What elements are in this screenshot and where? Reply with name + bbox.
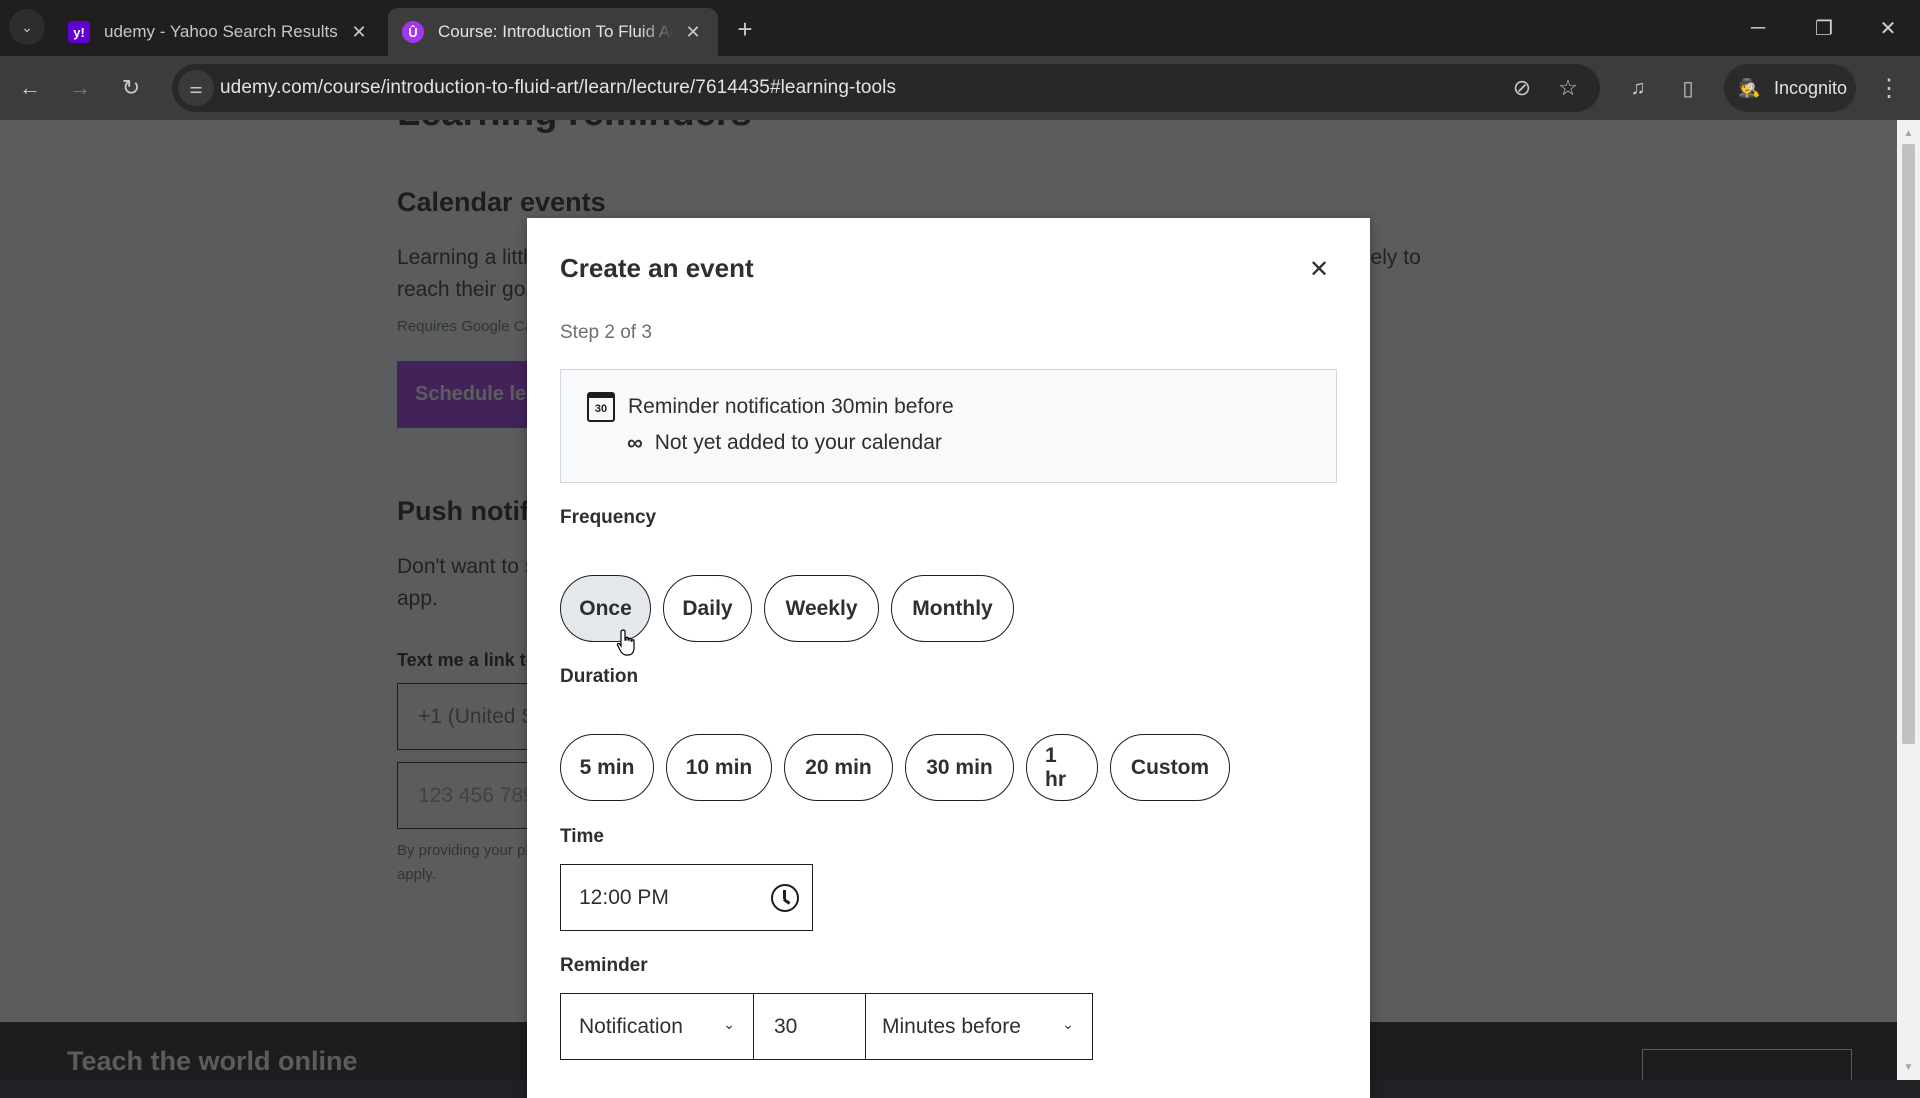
reminder-type-select[interactable]: Notification ⌄ <box>560 993 754 1060</box>
duration-30-min-button[interactable]: 30 min <box>905 734 1014 801</box>
bookmark-button[interactable]: ☆ <box>1552 72 1584 104</box>
eye-off-icon: ⊘ <box>1512 75 1532 100</box>
close-tab-icon[interactable]: ✕ <box>682 21 704 43</box>
reminder-controls: Notification ⌄ 30 Minutes before ⌄ <box>560 993 1093 1060</box>
time-input[interactable]: 12:00 PM <box>560 864 813 931</box>
frequency-label: Frequency <box>560 507 657 528</box>
duration-1-hr-button[interactable]: 1 hr <box>1026 734 1098 801</box>
duration-5-min-button[interactable]: 5 min <box>560 734 654 801</box>
incognito-icon: 🕵 <box>1738 77 1761 98</box>
calendar-icon: 30 <box>587 392 615 422</box>
calendar-status-text: Not yet added to your calendar <box>654 431 942 454</box>
restore-button[interactable]: ❐ <box>1804 10 1844 46</box>
chevron-down-icon: ⌄ <box>1062 1016 1074 1032</box>
udemy-icon: Û <box>402 21 424 43</box>
close-tab-icon[interactable]: ✕ <box>348 21 370 43</box>
scrollbar-thumb[interactable] <box>1902 144 1915 744</box>
plus-icon: + <box>737 13 753 44</box>
reminder-unit-select[interactable]: Minutes before ⌄ <box>866 993 1093 1060</box>
duration-options: 5 min 10 min 20 min 30 min 1 hr Custom <box>560 734 1230 801</box>
arrow-right-icon: → <box>69 75 91 100</box>
modal-title: Create an event <box>560 253 754 283</box>
create-event-modal: Create an event ✕ Step 2 of 3 30 Reminde… <box>527 218 1370 1098</box>
reload-button[interactable]: ↻ <box>113 70 149 106</box>
duration-custom-button[interactable]: Custom <box>1110 734 1230 801</box>
reminder-summary-row: 30 Reminder notification 30min before <box>587 392 954 422</box>
arrow-left-icon: ← <box>19 75 41 100</box>
reload-icon: ↻ <box>121 75 141 100</box>
incognito-indicator[interactable]: 🕵 Incognito <box>1724 64 1856 112</box>
close-window-button[interactable]: ✕ <box>1868 10 1908 46</box>
duration-label: Duration <box>560 666 639 687</box>
link-icon: ∞ <box>627 430 643 455</box>
tab-search-button[interactable]: ⌄ <box>9 9 45 45</box>
minimize-icon: ─ <box>1750 16 1766 39</box>
media-controls-button[interactable]: ♫ <box>1620 70 1656 106</box>
reminder-amount-input[interactable]: 30 <box>754 993 866 1060</box>
tab-yahoo-search[interactable]: y! udemy - Yahoo Search Results ✕ <box>54 8 384 56</box>
reminder-unit-value: Minutes before <box>882 1014 1021 1038</box>
browser-menu-button[interactable]: ⋮ <box>1874 70 1904 106</box>
back-button[interactable]: ← <box>12 70 48 106</box>
more-vertical-icon: ⋮ <box>1877 74 1901 102</box>
new-tab-button[interactable]: + <box>730 14 760 44</box>
reminder-amount-value: 30 <box>774 1014 798 1038</box>
address-bar[interactable]: ⚌ udemy.com/course/introduction-to-fluid… <box>172 64 1600 112</box>
close-icon: ✕ <box>1879 17 1897 40</box>
reminder-type-value: Notification <box>579 1014 683 1038</box>
hand-cursor-icon <box>616 629 635 656</box>
yahoo-icon: y! <box>68 21 90 43</box>
reminder-summary-text: Reminder notification 30min before <box>628 395 954 418</box>
side-panel-icon: ▯ <box>1682 77 1694 100</box>
step-indicator: Step 2 of 3 <box>560 322 652 343</box>
tab-title: Course: Introduction To Fluid Art <box>438 22 674 41</box>
reminder-label: Reminder <box>560 955 648 976</box>
frequency-weekly-button[interactable]: Weekly <box>764 575 879 642</box>
tracking-protection-button[interactable]: ⊘ <box>1506 72 1538 104</box>
side-panel-button[interactable]: ▯ <box>1670 70 1706 106</box>
scroll-up-arrow-icon[interactable]: ▲ <box>1897 124 1920 142</box>
close-icon: ✕ <box>1308 255 1330 283</box>
url-text[interactable]: udemy.com/course/introduction-to-fluid-a… <box>220 64 896 112</box>
incognito-label: Incognito <box>1774 77 1848 98</box>
calendar-status-row: ∞ Not yet added to your calendar <box>627 430 942 456</box>
time-label: Time <box>560 826 605 847</box>
scroll-down-arrow-icon[interactable]: ▼ <box>1897 1058 1920 1076</box>
page-scrollbar[interactable]: ▲ ▼ <box>1897 120 1920 1080</box>
site-info-button[interactable]: ⚌ <box>178 70 214 106</box>
restore-icon: ❐ <box>1815 17 1833 40</box>
event-summary-box: 30 Reminder notification 30min before ∞ … <box>560 369 1337 483</box>
close-modal-button[interactable]: ✕ <box>1304 254 1334 284</box>
star-icon: ☆ <box>1558 75 1578 100</box>
frequency-monthly-button[interactable]: Monthly <box>891 575 1014 642</box>
minimize-button[interactable]: ─ <box>1738 10 1778 46</box>
frequency-daily-button[interactable]: Daily <box>663 575 752 642</box>
chevron-down-icon: ⌄ <box>723 1016 735 1032</box>
duration-20-min-button[interactable]: 20 min <box>784 734 893 801</box>
tab-udemy-course[interactable]: Û Course: Introduction To Fluid Art ✕ <box>388 8 718 56</box>
clock-icon[interactable] <box>771 884 799 912</box>
browser-toolbar: ← → ↻ ⚌ udemy.com/course/introduction-to… <box>0 56 1920 120</box>
chevron-down-icon: ⌄ <box>21 18 33 35</box>
media-queue-icon: ♫ <box>1630 76 1646 99</box>
duration-10-min-button[interactable]: 10 min <box>666 734 772 801</box>
forward-button[interactable]: → <box>62 70 98 106</box>
time-value: 12:00 PM <box>579 885 669 909</box>
tab-title: udemy - Yahoo Search Results <box>104 22 338 41</box>
tune-icon: ⚌ <box>189 80 203 97</box>
tab-strip: ⌄ y! udemy - Yahoo Search Results ✕ Û Co… <box>0 0 1920 56</box>
